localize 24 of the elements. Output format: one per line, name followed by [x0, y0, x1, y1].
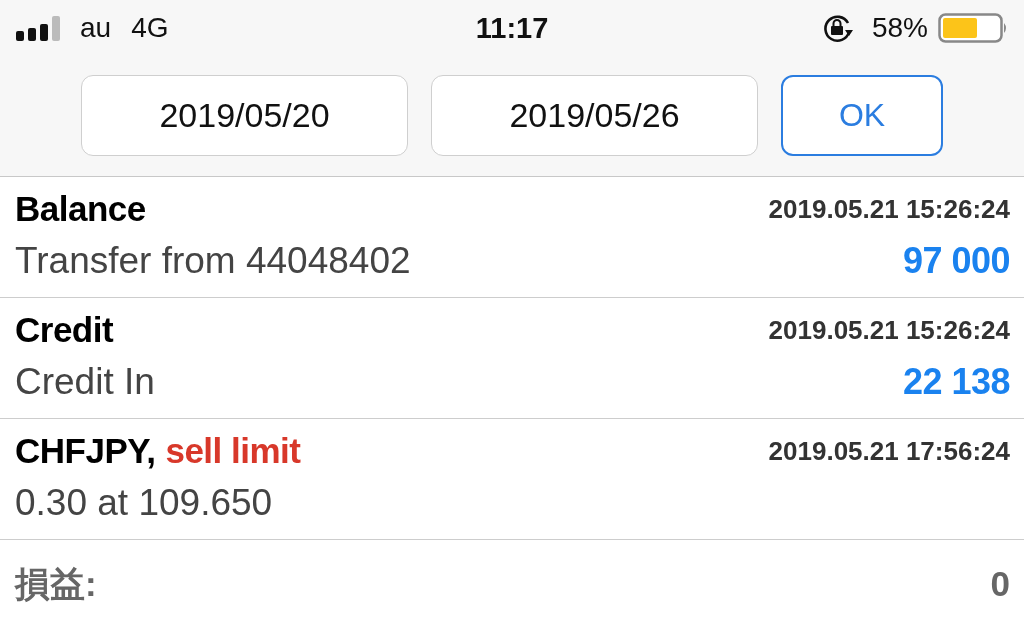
- ok-button[interactable]: OK: [781, 75, 943, 156]
- signal-icon: [16, 15, 60, 41]
- battery-icon: [938, 13, 1008, 43]
- carrier-name: au: [80, 12, 112, 44]
- end-date-button[interactable]: 2019/05/26: [431, 75, 758, 156]
- entry-description: Credit In: [15, 361, 155, 403]
- entry-amount: 97 000: [902, 240, 1010, 282]
- entry-title: CHFJPY,: [15, 431, 156, 471]
- rotation-lock-icon: [821, 13, 854, 43]
- entry-title: Credit: [15, 310, 114, 350]
- profit-value: 0: [990, 564, 1010, 604]
- start-date-button[interactable]: 2019/05/20: [81, 75, 408, 156]
- entry-amount: 22 138: [902, 361, 1010, 403]
- network-type: 4G: [131, 12, 169, 44]
- status-time: 11:17: [475, 11, 549, 45]
- order-type: sell limit: [165, 431, 301, 471]
- entry-time: 2019.05.21 15:26:24: [768, 314, 1010, 346]
- entry-time: 2019.05.21 17:56:24: [768, 435, 1010, 467]
- entry-description: Transfer from 44048402: [15, 240, 411, 282]
- entry-time: 2019.05.21 15:26:24: [768, 193, 1010, 225]
- battery-percent: 58%: [871, 12, 928, 44]
- entry-description: 0.30 at 109.650: [15, 482, 273, 524]
- entry-title: Balance: [15, 189, 146, 229]
- profit-label: 損益:: [15, 562, 97, 605]
